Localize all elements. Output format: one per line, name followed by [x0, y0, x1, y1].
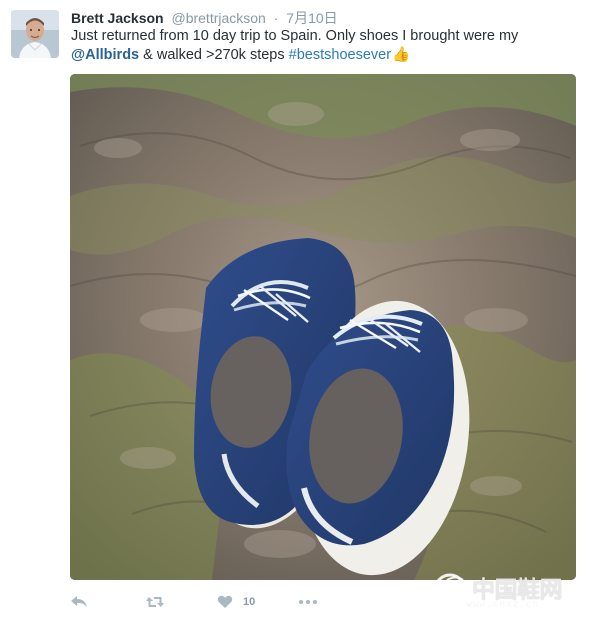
tweet-actions: 10 [70, 592, 318, 612]
tweet-text: Just returned from 10 day trip to Spain.… [71, 27, 571, 65]
tweet-card: Brett Jackson @brettrjackson · 7月10日 Jus… [0, 0, 600, 626]
avatar[interactable] [11, 10, 59, 58]
tweet-header: Brett Jackson @brettrjackson · 7月10日 [71, 9, 338, 27]
author-handle[interactable]: @brettrjackson [171, 10, 265, 26]
thumbs-up-emoji: 👍 [392, 47, 411, 63]
shoes-photo-image [70, 74, 576, 580]
heart-icon [217, 595, 233, 608]
tweet-text-part-1: Just returned from 10 day trip to Spain.… [71, 28, 519, 44]
reply-button[interactable] [70, 595, 88, 609]
retweet-icon [146, 597, 164, 607]
tweet-text-part-2: & walked >270k steps [139, 47, 289, 63]
tweet-timestamp[interactable]: 7月10日 [286, 10, 337, 26]
more-icon [299, 600, 318, 604]
like-count: 10 [243, 596, 256, 608]
retweet-button[interactable] [145, 595, 165, 609]
meta-separator: · [273, 10, 279, 26]
hashtag-link[interactable]: #bestshoesever [289, 47, 391, 63]
mention-link[interactable]: @Allbirds [71, 47, 139, 63]
tweet-media-photo[interactable] [70, 74, 576, 580]
reply-icon [71, 596, 87, 607]
watermark-url: www.cnxz.cn [466, 599, 539, 610]
author-fullname[interactable]: Brett Jackson [71, 10, 164, 26]
like-button[interactable]: 10 [217, 595, 255, 609]
more-button[interactable] [298, 599, 318, 605]
profile-photo-image [11, 10, 59, 58]
